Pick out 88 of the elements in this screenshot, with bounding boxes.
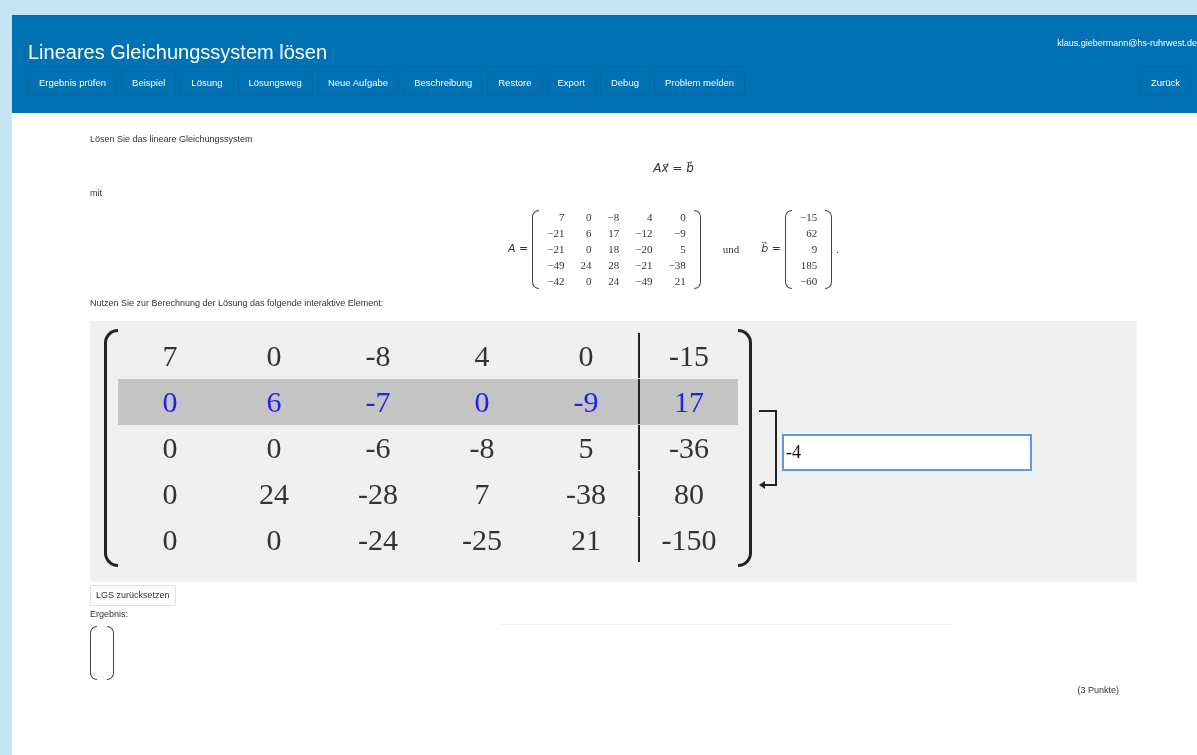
matrix-entry: -6: [364, 430, 392, 466]
nav-button[interactable]: Ergebnis prüfen: [28, 71, 118, 96]
vector-cell-text: 9: [810, 242, 819, 257]
matrix-cell-text: 18: [607, 242, 621, 257]
points-text: (3 Punkte): [1077, 683, 1119, 697]
multiplier-field[interactable]: -4: [782, 433, 1032, 471]
nav-button[interactable]: Lösungsweg: [237, 71, 313, 96]
matrix-entry: -38: [565, 476, 607, 512]
matrix-row[interactable]: 0 0 -24 -25 21 -150: [118, 516, 738, 563]
matrix-entry: -9: [572, 384, 600, 420]
nav-button[interactable]: Problem melden: [653, 71, 746, 96]
matrix-entry: -24: [357, 522, 399, 558]
result-label: Ergebnis:: [90, 608, 129, 621]
matrix-entry: -8: [468, 430, 496, 466]
matrix-row[interactable]: 0 24 -28 7 -38 80: [118, 470, 738, 517]
matrix-cell-text: −49: [546, 257, 566, 273]
user-email: klaus.giebermann@hs-ruhrwest.de: [1057, 37, 1197, 50]
nav-button[interactable]: Export: [546, 71, 596, 96]
matrix-cell-text: −9: [673, 226, 687, 242]
matrix-cell-text: −38: [667, 257, 687, 273]
rhs-entry: -150: [638, 517, 738, 562]
selected-row[interactable]: 0 6 -7 0 -9 17: [118, 378, 738, 425]
nav-button[interactable]: Restore: [487, 71, 543, 96]
nav-button[interactable]: Debug: [599, 71, 650, 96]
matrix-cell-text: −21: [546, 226, 566, 242]
matrix-cell-text: 28: [607, 257, 621, 273]
nav-button[interactable]: Beispiel: [121, 71, 177, 96]
matrix-entry: -8: [364, 338, 392, 374]
matrix-cell-text: 6: [585, 226, 593, 242]
matrix-cell-text: 4: [646, 210, 654, 226]
task-text: mit: [90, 186, 103, 200]
matrix-entry: -7: [364, 384, 392, 420]
matrix-cell-text: 24: [579, 257, 593, 273]
matrix-row[interactable]: 0 0 -6 -8 5 -36: [118, 424, 738, 471]
nav-button[interactable]: Neue Aufgabe: [316, 71, 400, 96]
matrix-entry: -28: [357, 476, 399, 512]
rhs-entry: -36: [638, 425, 738, 470]
matrix-cell-text: −49: [634, 273, 654, 289]
matrix-entry: 0: [161, 522, 179, 558]
matrix-label: A =: [508, 241, 529, 258]
reset-button[interactable]: LGS zurücksetzen: [90, 584, 176, 606]
matrix-entry: 0: [265, 430, 283, 466]
matrix-entry: 24: [258, 476, 290, 512]
matrix-entry: 0: [161, 384, 179, 420]
vector-cell-text: 62: [805, 226, 819, 242]
matrix-cell-text: 5: [679, 242, 687, 257]
nav-button[interactable]: Beschreibung: [403, 71, 484, 96]
matrix-cell-text: −42: [546, 273, 566, 289]
matrix-cell-text: −20: [634, 242, 654, 257]
vector-cell-text: −15: [798, 210, 819, 226]
matrix-entry: 7: [161, 338, 179, 374]
matrix-entry: 0: [577, 338, 595, 374]
matrix-cell-text: 0: [679, 210, 687, 226]
matrix-cell-text: 17: [607, 226, 621, 242]
task-text: Lösen Sie das lineare Gleichungssystem: [90, 133, 254, 146]
equation-text: Ax⃗ = b⃗: [653, 159, 694, 177]
rhs-entry: 80: [638, 471, 738, 516]
instruction-text: Nutzen Sie zur Berechnung der Lösung das folgende interaktive Element:: [90, 297, 385, 310]
matrix-cell-text: 24: [607, 273, 621, 289]
matrix-cell-text: −21: [546, 242, 566, 257]
vector-label: b⃗ =: [761, 241, 781, 258]
rhs-entry: 17: [638, 379, 738, 424]
matrix-entry: 21: [570, 522, 602, 558]
matrix-entry: 0: [473, 384, 491, 420]
matrix-entry: 0: [161, 430, 179, 466]
matrix-entry: 6: [265, 384, 283, 420]
matrix-cell-text: −12: [634, 226, 654, 242]
matrix-cell-text: 21: [673, 273, 687, 289]
page-title: Lineares Gleichungssystem lösen: [28, 40, 328, 65]
nav-button[interactable]: Lösung: [180, 71, 234, 96]
matrix-cell-text: −8: [606, 210, 621, 226]
period-text: .: [836, 242, 839, 258]
matrix-entry: -25: [461, 522, 503, 558]
matrix-cell-text: 0: [585, 273, 593, 289]
back-button[interactable]: Zurück: [1139, 71, 1191, 96]
matrix-entry: 4: [473, 338, 491, 374]
matrix-entry: 5: [577, 430, 595, 466]
conjunction-text: und: [722, 242, 740, 258]
matrix-entry: 0: [265, 338, 283, 374]
matrix-cell-text: 0: [585, 210, 593, 226]
vector-cell-text: 185: [799, 257, 819, 273]
matrix-entry: 0: [265, 522, 283, 558]
matrix-cell-text: 0: [585, 242, 593, 257]
matrix-entry: 0: [161, 476, 179, 512]
vector-cell-text: −60: [798, 273, 819, 289]
matrix-cell-text: −21: [634, 257, 654, 273]
matrix-cell-text: 7: [558, 210, 566, 226]
matrix-entry: 7: [473, 476, 491, 512]
